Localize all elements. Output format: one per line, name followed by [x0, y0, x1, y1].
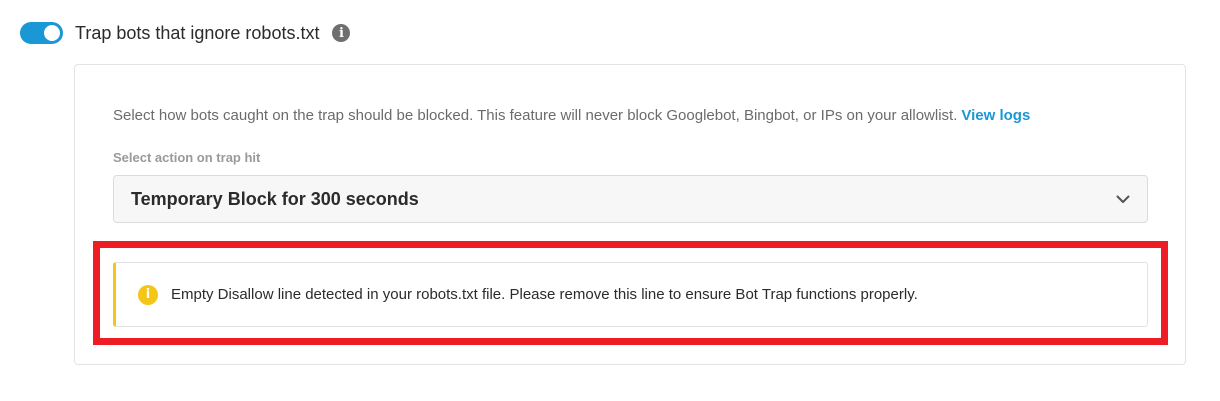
view-logs-link[interactable]: View logs — [961, 107, 1030, 124]
bot-trap-description: Select how bots caught on the trap shoul… — [113, 107, 1030, 124]
bot-trap-title: Trap bots that ignore robots.txt — [75, 22, 320, 43]
bot-trap-header: Trap bots that ignore robots.txt i — [20, 20, 351, 46]
warning-icon: i — [138, 284, 158, 305]
warning-notice-text: Empty Disallow line detected in your rob… — [171, 286, 918, 303]
action-field-label: Select action on trap hit — [113, 150, 261, 165]
info-icon[interactable]: i — [332, 24, 351, 42]
chevron-down-icon — [1115, 191, 1131, 207]
toggle-knob — [44, 25, 60, 41]
trap-action-selected-value: Temporary Block for 300 seconds — [131, 188, 419, 209]
bot-trap-toggle[interactable] — [20, 22, 63, 44]
trap-action-select[interactable]: Temporary Block for 300 seconds — [113, 175, 1148, 223]
description-text: Select how bots caught on the trap shoul… — [113, 107, 958, 124]
robots-txt-warning-notice: i Empty Disallow line detected in your r… — [113, 262, 1148, 327]
